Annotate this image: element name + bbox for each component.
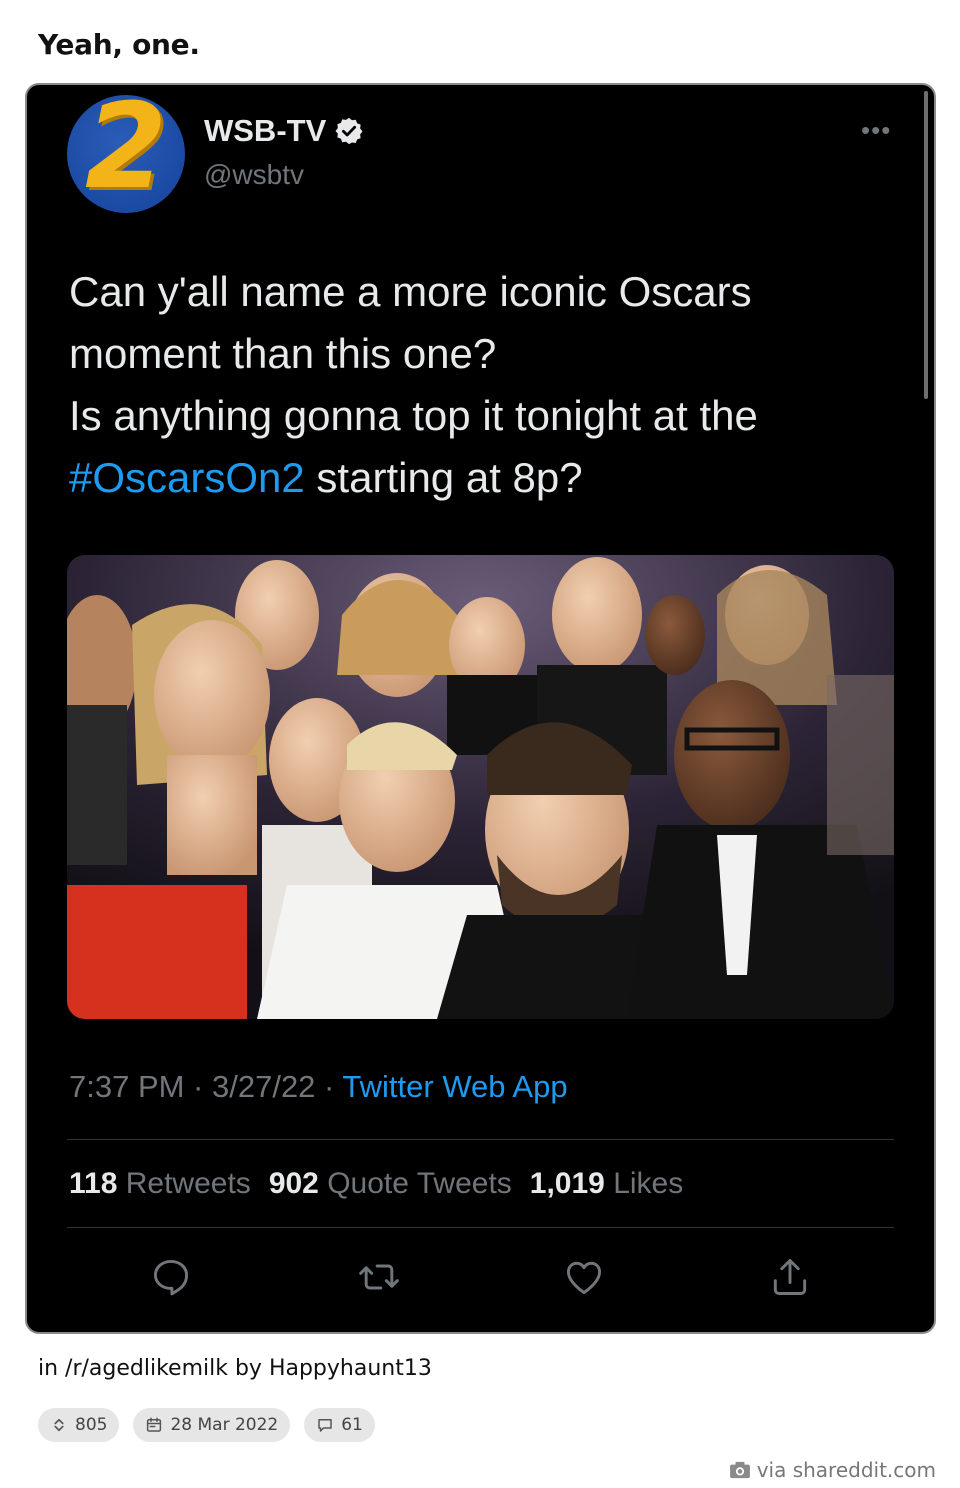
divider — [67, 1227, 894, 1228]
verified-badge-icon — [335, 117, 363, 145]
retweets-count: 118 — [69, 1167, 118, 1200]
quotes-stat[interactable]: 902 Quote Tweets — [269, 1167, 512, 1201]
calendar-icon — [147, 1417, 162, 1432]
avatar-logo-text: 2 — [85, 95, 168, 213]
comments-pill: 61 — [304, 1408, 375, 1442]
comment-bubble-icon — [318, 1419, 332, 1432]
share-icon[interactable] — [768, 1255, 812, 1299]
retweet-icon[interactable] — [357, 1255, 401, 1299]
tweet-text-line-2: moment than this one? — [69, 330, 497, 377]
retweets-label: Retweets — [125, 1167, 251, 1200]
tweet-card: 2 WSB-TV @wsbtv ••• Can y'all name a mor… — [25, 83, 936, 1334]
avatar[interactable]: 2 — [67, 95, 185, 213]
likes-count: 1,019 — [529, 1167, 605, 1200]
handle[interactable]: @wsbtv — [204, 159, 304, 191]
comments-value: 61 — [341, 1415, 363, 1435]
subreddit-byline[interactable]: in /r/agedlikemilk by Happyhaunt13 — [38, 1356, 432, 1381]
author-name-row: WSB-TV — [204, 113, 364, 149]
tweet-photo[interactable] — [67, 555, 894, 1019]
tweet-actions — [27, 1255, 934, 1299]
display-name[interactable]: WSB-TV — [204, 113, 326, 149]
likes-stat[interactable]: 1,019 Likes — [530, 1167, 683, 1201]
reply-icon[interactable] — [149, 1255, 193, 1299]
post-stats: 805 28 Mar 2022 61 — [38, 1408, 375, 1442]
tweet-text: Can y'all name a more iconic Oscars mome… — [69, 261, 889, 509]
date-value: 28 Mar 2022 — [170, 1415, 279, 1435]
quotes-count: 902 — [268, 1167, 319, 1200]
tweet-text-line-4: starting at 8p? — [304, 454, 583, 501]
date-pill: 28 Mar 2022 — [133, 1408, 291, 1442]
score-value: 805 — [75, 1415, 108, 1435]
quotes-label: Quote Tweets — [327, 1167, 512, 1200]
camera-icon — [729, 1461, 750, 1479]
selfie-photo-image — [67, 555, 894, 1019]
updown-arrows-icon — [54, 1418, 64, 1432]
tweet-time-date[interactable]: 7:37 PM · 3/27/22 · — [69, 1069, 342, 1104]
tweet-text-line-3: Is anything gonna top it tonight at the — [69, 392, 758, 439]
post-title: Yeah, one. — [38, 28, 200, 61]
tweet-meta: 7:37 PM · 3/27/22 · Twitter Web App — [69, 1069, 568, 1105]
scrollbar[interactable] — [924, 91, 928, 399]
likes-label: Likes — [613, 1167, 684, 1200]
tweet-text-line-1: Can y'all name a more iconic Oscars — [69, 268, 752, 315]
via-credit: via shareddit.com — [729, 1458, 936, 1482]
divider — [67, 1139, 894, 1140]
like-heart-icon[interactable] — [562, 1255, 606, 1299]
more-options-icon[interactable]: ••• — [861, 115, 891, 146]
source-app-link[interactable]: Twitter Web App — [342, 1069, 567, 1104]
retweets-stat[interactable]: 118 Retweets — [69, 1167, 251, 1201]
via-text[interactable]: via shareddit.com — [757, 1458, 936, 1482]
score-pill: 805 — [38, 1408, 120, 1442]
hashtag-link[interactable]: #OscarsOn2 — [69, 454, 305, 501]
engagement-stats: 118 Retweets 902 Quote Tweets 1,019 Like… — [69, 1167, 683, 1201]
